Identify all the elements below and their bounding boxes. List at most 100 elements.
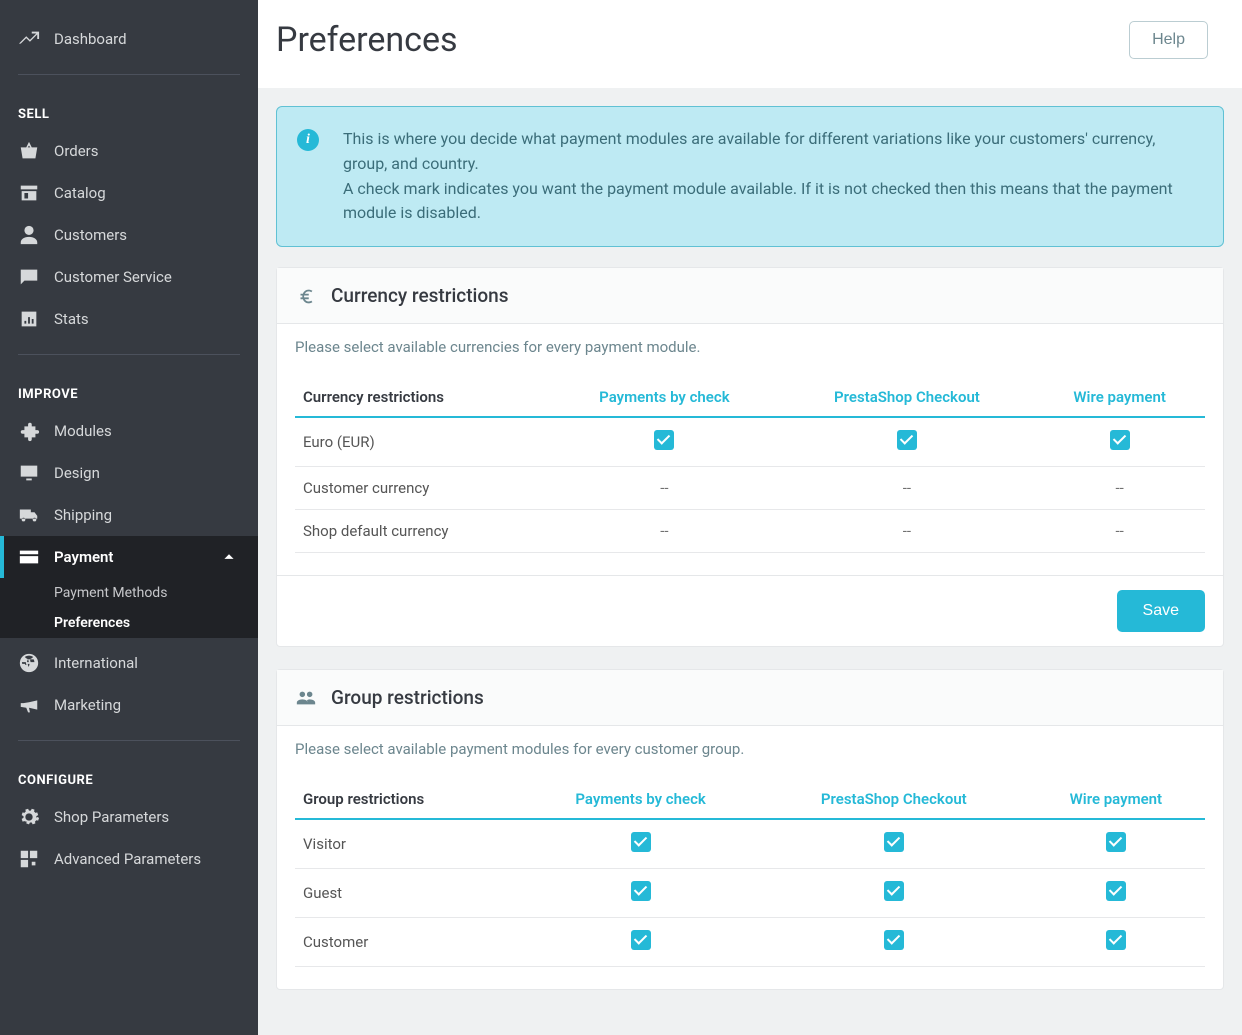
sidebar-item-label: Advanced Parameters: [54, 850, 201, 868]
sidebar-item-dashboard[interactable]: Dashboard: [0, 18, 258, 60]
sidebar-item-payment[interactable]: Payment: [0, 536, 258, 578]
table-header-col: PrestaShop Checkout: [761, 780, 1027, 819]
row-label: Customer currency: [295, 467, 549, 510]
card-body: Please select available currencies for e…: [277, 324, 1223, 575]
sidebar-item-orders[interactable]: Orders: [0, 130, 258, 172]
table-header-col: Payments by check: [520, 780, 761, 819]
basket-icon: [18, 140, 40, 162]
dash-cell: --: [660, 522, 668, 540]
sidebar-item-customer-service[interactable]: Customer Service: [0, 256, 258, 298]
table-row: Visitor: [295, 819, 1205, 869]
group-restrictions-card: Group restrictions Please select availab…: [276, 669, 1224, 990]
card-header: Group restrictions: [277, 670, 1223, 726]
table-header-label: Currency restrictions: [295, 378, 549, 417]
divider: [18, 354, 240, 355]
table-header-col: Payments by check: [549, 378, 779, 417]
truck-icon: [18, 504, 40, 526]
card-hint: Please select available payment modules …: [295, 740, 1205, 758]
sidebar-section-configure: CONFIGURE: [0, 755, 258, 796]
sidebar-item-label: Dashboard: [54, 30, 127, 48]
checkbox[interactable]: [897, 430, 917, 450]
group-icon: [295, 687, 317, 709]
info-line-2: A check mark indicates you want the paym…: [343, 177, 1195, 227]
checkbox[interactable]: [654, 430, 674, 450]
row-label: Shop default currency: [295, 510, 549, 553]
help-button[interactable]: Help: [1129, 21, 1208, 59]
info-alert: i This is where you decide what payment …: [276, 106, 1224, 247]
sidebar-item-label: Orders: [54, 142, 99, 160]
table-row: Guest: [295, 869, 1205, 918]
sidebar: Dashboard SELL Orders Catalog Customers …: [0, 0, 258, 1035]
table-header-col: Wire payment: [1034, 378, 1205, 417]
table-row: Euro (EUR): [295, 417, 1205, 467]
sidebar-item-modules[interactable]: Modules: [0, 410, 258, 452]
sidebar-subitem-preferences[interactable]: Preferences: [0, 608, 258, 638]
checkbox[interactable]: [1106, 881, 1126, 901]
sidebar-section-improve: IMPROVE: [0, 369, 258, 410]
checkbox[interactable]: [884, 881, 904, 901]
sidebar-subitem-payment-methods[interactable]: Payment Methods: [0, 578, 258, 608]
sidebar-item-catalog[interactable]: Catalog: [0, 172, 258, 214]
currency-restrictions-table: Currency restrictions Payments by check …: [295, 378, 1205, 553]
sidebar-item-label: Design: [54, 464, 100, 482]
sidebar-item-marketing[interactable]: Marketing: [0, 684, 258, 726]
row-label: Customer: [295, 918, 520, 967]
user-icon: [18, 224, 40, 246]
gear-icon: [18, 806, 40, 828]
sidebar-item-label: Stats: [54, 310, 89, 328]
table-header-label: Group restrictions: [295, 780, 520, 819]
table-row: Shop default currency -- -- --: [295, 510, 1205, 553]
save-button[interactable]: Save: [1117, 590, 1205, 632]
dash-cell: --: [903, 479, 911, 497]
bar-chart-icon: [18, 308, 40, 330]
info-line-1: This is where you decide what payment mo…: [343, 127, 1195, 177]
sidebar-item-label: Customers: [54, 226, 127, 244]
dash-cell: --: [1115, 522, 1123, 540]
sidebar-item-label: Customer Service: [54, 268, 172, 286]
row-label: Guest: [295, 869, 520, 918]
content: i This is where you decide what payment …: [258, 88, 1242, 1035]
currency-restrictions-card: Currency restrictions Please select avai…: [276, 267, 1224, 647]
main: Preferences Help i This is where you dec…: [258, 0, 1242, 1035]
sidebar-item-label: Shipping: [54, 506, 112, 524]
group-restrictions-table: Group restrictions Payments by check Pre…: [295, 780, 1205, 967]
checkbox[interactable]: [884, 832, 904, 852]
card-body: Please select available payment modules …: [277, 726, 1223, 989]
row-label: Visitor: [295, 819, 520, 869]
card-footer: Save: [277, 575, 1223, 646]
checkbox[interactable]: [1110, 430, 1130, 450]
table-row: Customer currency -- -- --: [295, 467, 1205, 510]
sidebar-item-stats[interactable]: Stats: [0, 298, 258, 340]
megaphone-icon: [18, 694, 40, 716]
sidebar-item-customers[interactable]: Customers: [0, 214, 258, 256]
divider: [18, 740, 240, 741]
sidebar-item-label: Catalog: [54, 184, 106, 202]
checkbox[interactable]: [631, 881, 651, 901]
sidebar-item-shop-parameters[interactable]: Shop Parameters: [0, 796, 258, 838]
checkbox[interactable]: [1106, 832, 1126, 852]
sidebar-item-shipping[interactable]: Shipping: [0, 494, 258, 536]
sidebar-item-design[interactable]: Design: [0, 452, 258, 494]
message-icon: [18, 266, 40, 288]
table-row: Customer: [295, 918, 1205, 967]
sidebar-item-international[interactable]: International: [0, 642, 258, 684]
info-icon: i: [297, 129, 319, 151]
credit-card-icon: [18, 546, 40, 568]
euro-icon: [295, 285, 317, 307]
page-header: Preferences Help: [258, 0, 1242, 88]
checkbox[interactable]: [631, 930, 651, 950]
row-label: Euro (EUR): [295, 417, 549, 467]
checkbox[interactable]: [884, 930, 904, 950]
chevron-up-icon: [218, 546, 240, 568]
checkbox[interactable]: [1106, 930, 1126, 950]
sidebar-item-advanced-parameters[interactable]: Advanced Parameters: [0, 838, 258, 880]
store-icon: [18, 182, 40, 204]
sidebar-item-label: Shop Parameters: [54, 808, 169, 826]
sidebar-item-label: Payment: [54, 548, 113, 566]
monitor-icon: [18, 462, 40, 484]
tools-icon: [18, 848, 40, 870]
dash-cell: --: [903, 522, 911, 540]
card-title: Group restrictions: [331, 686, 484, 709]
dash-cell: --: [1115, 479, 1123, 497]
checkbox[interactable]: [631, 832, 651, 852]
